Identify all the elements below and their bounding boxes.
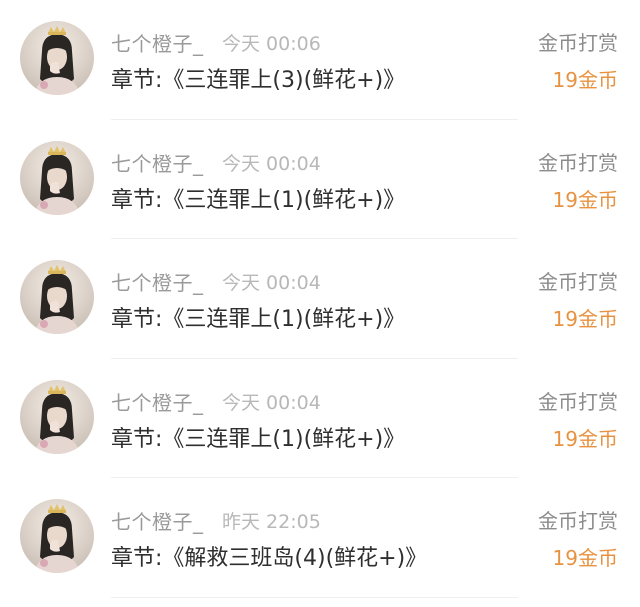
timestamp: 今天 00:04 — [222, 391, 321, 414]
avatar[interactable] — [20, 499, 94, 573]
chapter-title[interactable]: 章节:《三连罪上(3)(鲜花+)》 — [111, 62, 405, 94]
avatar[interactable] — [20, 379, 94, 454]
avatar-portrait-icon — [34, 504, 80, 573]
list-item[interactable]: 七个橙子_ 今天 00:04 章节:《三连罪上(1)(鲜花+)》 金币打赏 19… — [0, 120, 640, 239]
avatar[interactable] — [20, 260, 94, 334]
avatar-portrait-icon — [34, 145, 80, 215]
reward-amount: 19金币 — [552, 307, 618, 331]
reward-type-label: 金币打赏 — [538, 150, 618, 175]
reward-amount: 19金币 — [552, 426, 618, 451]
list-item[interactable]: 七个橙子_ 今天 00:04 章节:《三连罪上(1)(鲜花+)》 金币打赏 19… — [0, 359, 640, 478]
reward-list: 七个橙子_ 今天 00:06 章节:《三连罪上(3)(鲜花+)》 金币打赏 19… — [0, 0, 640, 607]
reward-type-label: 金币打赏 — [538, 270, 618, 294]
timestamp: 今天 00:06 — [222, 33, 321, 55]
list-item[interactable]: 七个橙子_ 今天 00:06 章节:《三连罪上(3)(鲜花+)》 金币打赏 19… — [0, 0, 640, 120]
timestamp: 今天 00:04 — [222, 152, 321, 175]
avatar-portrait-icon — [34, 384, 80, 454]
user-name[interactable]: 七个橙子_ — [111, 148, 204, 177]
chapter-title[interactable]: 章节:《三连罪上(1)(鲜花+)》 — [111, 421, 405, 453]
chapter-title[interactable]: 章节:《三连罪上(1)(鲜花+)》 — [111, 182, 405, 214]
list-item[interactable]: 七个橙子_ 昨天 22:05 章节:《解救三班岛(4)(鲜花+)》 金币打赏 1… — [0, 478, 640, 598]
user-name[interactable]: 七个橙子_ — [111, 267, 204, 296]
reward-type-label: 金币打赏 — [538, 509, 618, 533]
user-name[interactable]: 七个橙子_ — [111, 387, 204, 416]
reward-amount: 19金币 — [552, 546, 618, 570]
avatar-portrait-icon — [34, 265, 80, 334]
reward-amount: 19金币 — [552, 187, 618, 212]
avatar-portrait-icon — [34, 26, 80, 95]
user-name[interactable]: 七个橙子_ — [111, 28, 204, 57]
reward-type-label: 金币打赏 — [538, 31, 618, 55]
chapter-title[interactable]: 章节:《三连罪上(1)(鲜花+)》 — [111, 301, 405, 333]
timestamp: 今天 00:04 — [222, 272, 321, 294]
avatar[interactable] — [20, 21, 94, 95]
reward-type-label: 金币打赏 — [538, 389, 618, 414]
divider — [111, 596, 518, 598]
list-item[interactable]: 七个橙子_ 今天 00:04 章节:《三连罪上(1)(鲜花+)》 金币打赏 19… — [0, 239, 640, 359]
avatar[interactable] — [20, 140, 94, 215]
chapter-title[interactable]: 章节:《解救三班岛(4)(鲜花+)》 — [111, 540, 427, 572]
timestamp: 昨天 22:05 — [222, 511, 321, 533]
user-name[interactable]: 七个橙子_ — [111, 506, 204, 535]
reward-amount: 19金币 — [552, 68, 618, 92]
